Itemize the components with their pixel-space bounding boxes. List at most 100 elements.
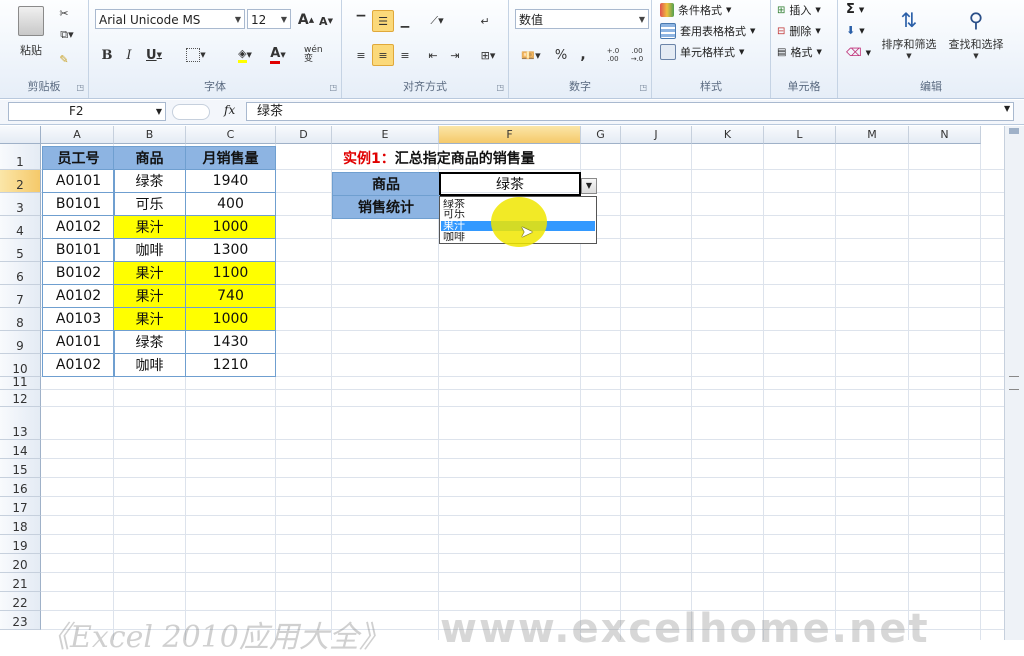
column-header-k[interactable]: K (692, 126, 764, 144)
row-header-6[interactable]: 6 (0, 262, 41, 285)
row-header-19[interactable]: 19 (0, 535, 41, 554)
fill-color-button[interactable]: ◈ ▼ (229, 44, 261, 66)
align-bottom-button[interactable]: ▁ (394, 10, 416, 32)
borders-button[interactable]: ▼ (181, 44, 211, 66)
autosum-button[interactable]: Σ ▼ (846, 2, 864, 17)
table-cell[interactable]: 400 (185, 192, 276, 216)
number-format-select[interactable]: 数值 ▼ (515, 9, 649, 29)
scroll-grip-icon[interactable] (1009, 376, 1019, 390)
table-cell[interactable]: 1940 (185, 169, 276, 193)
cut-button[interactable]: ✂ (54, 4, 74, 22)
decrease-decimal-button[interactable]: .00 →.0 (625, 44, 649, 66)
table-cell[interactable]: 1000 (185, 307, 276, 331)
row-header-20[interactable]: 20 (0, 554, 41, 573)
alignment-launcher-icon[interactable]: ◳ (496, 83, 504, 92)
row-header-2[interactable]: 2 (0, 170, 41, 193)
table-cell[interactable]: 咖啡 (113, 238, 186, 262)
row-header-5[interactable]: 5 (0, 239, 41, 262)
row-header-13[interactable]: 13 (0, 407, 41, 440)
paste-button[interactable]: 粘贴 (10, 2, 52, 62)
table-header-cell[interactable]: 月销售量 (185, 146, 276, 170)
table-cell[interactable]: A0101 (42, 330, 115, 354)
table-cell[interactable]: B0102 (42, 261, 115, 285)
clear-button[interactable]: ⌫ ▼ (846, 46, 871, 59)
table-cell[interactable]: B0101 (42, 238, 115, 262)
product-selected-cell[interactable]: 绿茶 (439, 172, 581, 196)
sort-filter-button[interactable]: ⇅ 排序和筛选 ▼ (876, 2, 942, 66)
percent-button[interactable]: % (551, 44, 571, 66)
row-header-16[interactable]: 16 (0, 478, 41, 497)
conditional-format-button[interactable]: 条件格式 ▼ (660, 2, 731, 18)
number-launcher-icon[interactable]: ◳ (639, 83, 647, 92)
table-cell[interactable]: 1300 (185, 238, 276, 262)
table-cell[interactable]: 果汁 (113, 307, 186, 331)
column-header-b[interactable]: B (114, 126, 186, 144)
find-select-button[interactable]: ⚲ 查找和选择 ▼ (942, 2, 1010, 66)
font-color-button[interactable]: A ▼ (263, 44, 293, 66)
scroll-split-handle[interactable] (1009, 128, 1019, 134)
table-cell[interactable]: A0103 (42, 307, 115, 331)
row-header-3[interactable]: 3 (0, 193, 41, 216)
column-header-f[interactable]: F (439, 126, 581, 144)
row-header-17[interactable]: 17 (0, 497, 41, 516)
table-header-cell[interactable]: 员工号 (42, 146, 115, 170)
row-header-9[interactable]: 9 (0, 331, 41, 354)
dropdown-arrow-button[interactable]: ▼ (581, 178, 597, 194)
font-launcher-icon[interactable]: ◳ (329, 83, 337, 92)
wrap-text-button[interactable]: ↵ (474, 10, 496, 32)
italic-button[interactable]: I (119, 44, 139, 66)
column-header-d[interactable]: D (276, 126, 332, 144)
row-header-7[interactable]: 7 (0, 285, 41, 308)
table-cell[interactable]: A0102 (42, 353, 115, 377)
column-header-a[interactable]: A (41, 126, 114, 144)
formula-input[interactable]: 绿茶 (246, 102, 1014, 121)
table-cell[interactable]: 果汁 (113, 284, 186, 308)
format-as-table-button[interactable]: 套用表格格式 ▼ (660, 23, 755, 39)
table-cell[interactable]: A0101 (42, 169, 115, 193)
font-size-select[interactable]: 12 ▼ (247, 9, 291, 29)
table-cell[interactable]: 1210 (185, 353, 276, 377)
row-header-22[interactable]: 22 (0, 592, 41, 611)
format-painter-button[interactable]: ✎ (54, 50, 74, 68)
align-left-button[interactable]: ≡ (350, 44, 372, 66)
increase-indent-button[interactable]: ⇥ (444, 44, 466, 66)
align-center-button[interactable]: ≡ (372, 44, 394, 66)
row-header-23[interactable]: 23 (0, 611, 41, 630)
row-header-21[interactable]: 21 (0, 573, 41, 592)
table-cell[interactable]: 可乐 (113, 192, 186, 216)
align-top-button[interactable]: ▔ (350, 10, 372, 32)
sales-stats-label-cell[interactable]: 销售统计 (332, 195, 440, 219)
bold-button[interactable]: B (97, 44, 117, 66)
orientation-button[interactable]: ⟋▾ (422, 10, 452, 32)
increase-decimal-button[interactable]: +.0 .00 (601, 44, 625, 66)
column-header-g[interactable]: G (581, 126, 621, 144)
column-header-n[interactable]: N (909, 126, 981, 144)
row-header-15[interactable]: 15 (0, 459, 41, 478)
expand-formula-bar-icon[interactable]: ▼ (1004, 104, 1010, 113)
table-cell[interactable]: 1100 (185, 261, 276, 285)
accounting-format-button[interactable]: 💴▾ (515, 44, 547, 66)
row-header-1[interactable]: 1 (0, 144, 41, 170)
vertical-scrollbar[interactable] (1004, 126, 1024, 640)
row-header-18[interactable]: 18 (0, 516, 41, 535)
merge-center-button[interactable]: ⊞▾ (474, 44, 502, 66)
clipboard-launcher-icon[interactable]: ◳ (76, 83, 84, 92)
table-cell[interactable]: 果汁 (113, 215, 186, 239)
row-header-4[interactable]: 4 (0, 216, 41, 239)
row-header-10[interactable]: 10 (0, 354, 41, 377)
grow-font-button[interactable]: A ▲ (297, 10, 315, 30)
row-header-11[interactable]: 11 (0, 375, 41, 390)
table-cell[interactable]: 绿茶 (113, 169, 186, 193)
product-label-cell[interactable]: 商品 (332, 172, 440, 196)
delete-button[interactable]: ⊟ 删除 ▼ (777, 23, 821, 39)
column-header-j[interactable]: J (621, 126, 692, 144)
table-cell[interactable]: 绿茶 (113, 330, 186, 354)
font-name-select[interactable]: Arial Unicode MS ▼ (95, 9, 245, 29)
table-cell[interactable]: 1000 (185, 215, 276, 239)
name-box[interactable]: F2 ▼ (8, 102, 166, 121)
table-cell[interactable]: 果汁 (113, 261, 186, 285)
table-cell[interactable]: A0102 (42, 215, 115, 239)
column-header-c[interactable]: C (186, 126, 276, 144)
row-header-8[interactable]: 8 (0, 308, 41, 331)
insert-button[interactable]: ⊞ 插入 ▼ (777, 2, 821, 18)
